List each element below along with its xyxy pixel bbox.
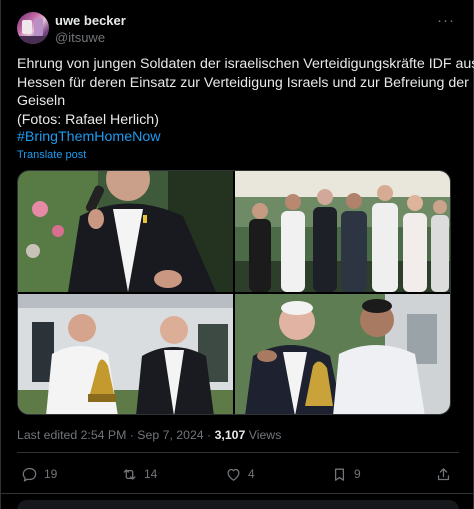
post-container: uwe becker @itsuwe ··· Ehrung von jungen… — [0, 0, 474, 509]
divider — [17, 452, 459, 453]
reply-icon — [22, 467, 37, 482]
share-button[interactable] — [435, 464, 452, 484]
photo-award-handover[interactable] — [18, 294, 233, 414]
like-button[interactable]: 4 — [225, 464, 255, 484]
repost-count: 14 — [144, 467, 158, 481]
translate-post-link[interactable]: Translate post — [17, 149, 86, 161]
hashtag-link[interactable]: #BringThemHomeNow — [17, 129, 161, 145]
post-text-line: Geiseln — [17, 93, 66, 110]
bookmark-icon — [334, 468, 345, 481]
heart-icon — [227, 468, 240, 481]
photo-two-men-award[interactable] — [235, 294, 450, 414]
repost-button[interactable]: 14 — [121, 464, 157, 484]
bookmark-button[interactable]: 9 — [331, 464, 361, 484]
views-label: Views — [245, 428, 282, 442]
edited-timestamp[interactable]: Last edited 2:54 PM · Sep 7, 2024 · — [17, 428, 215, 442]
post-header: uwe becker @itsuwe ··· — [17, 10, 459, 50]
photo-group-garden-party[interactable] — [235, 171, 450, 292]
action-bar: 19 14 4 9 — [21, 464, 459, 484]
reply-button[interactable]: 19 — [21, 464, 57, 484]
post-meta: Last edited 2:54 PM · Sep 7, 2024 · 3,10… — [17, 428, 281, 442]
bookmark-count: 9 — [354, 467, 361, 481]
repost-icon — [123, 468, 136, 480]
reply-composer[interactable] — [17, 500, 459, 509]
post-text-line: (Fotos: Rafael Herlich) — [17, 112, 159, 129]
author-name[interactable]: uwe becker — [55, 13, 126, 28]
media-grid — [17, 170, 451, 415]
reply-count: 19 — [44, 467, 58, 481]
share-icon — [437, 467, 450, 480]
post-text-line: Ehrung von jungen Soldaten der israelisc… — [17, 56, 474, 72]
author-handle[interactable]: @itsuwe — [55, 30, 105, 45]
post-text: Ehrung von jungen Soldaten der israelisc… — [17, 55, 474, 130]
photo-speaker-microphone[interactable] — [18, 171, 233, 292]
like-count: 4 — [248, 467, 255, 481]
avatar[interactable] — [17, 12, 49, 44]
more-options-icon[interactable]: ··· — [437, 12, 455, 29]
divider — [1, 493, 473, 494]
post-text-line: Hessen für deren Einsatz zur Verteidigun… — [17, 74, 469, 91]
views-count: 3,107 — [214, 428, 246, 442]
